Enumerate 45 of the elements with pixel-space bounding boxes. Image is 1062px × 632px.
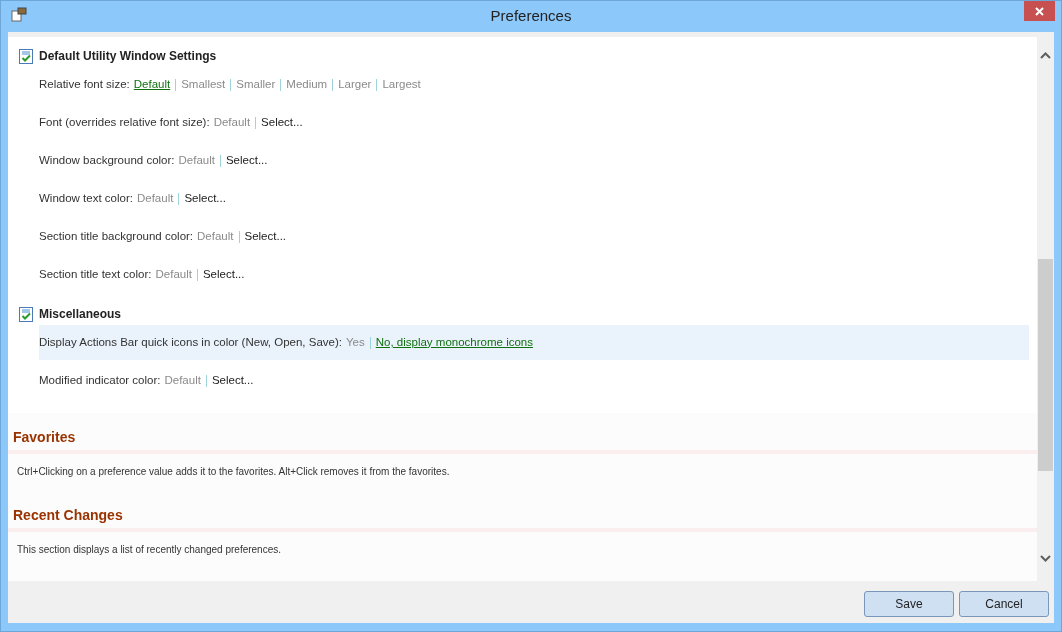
- setting-label: Section title text color:: [39, 266, 152, 282]
- checklist-icon: [19, 306, 33, 322]
- dialog-button[interactable]: Save: [864, 591, 954, 617]
- option-link[interactable]: Select...: [225, 151, 268, 170]
- scroll-up-icon[interactable]: [1040, 52, 1051, 59]
- checklist-icon: [19, 48, 33, 64]
- dialog-button[interactable]: Cancel: [959, 591, 1049, 617]
- option-link[interactable]: Default: [155, 265, 192, 284]
- panel-heading: Recent Changes: [8, 505, 1037, 532]
- setting-label: Relative font size:: [39, 76, 130, 92]
- option-link[interactable]: Medium: [286, 75, 328, 94]
- option-link[interactable]: Select...: [184, 189, 226, 208]
- setting-label: Modified indicator color:: [39, 372, 161, 388]
- option-link[interactable]: Smallest: [181, 75, 226, 94]
- option-link[interactable]: Larger: [338, 75, 372, 94]
- panel-heading: Favorites: [8, 427, 1037, 454]
- app-icon[interactable]: [11, 7, 27, 22]
- setting-label: Display Actions Bar quick icons in color (New, Open, Save):: [39, 334, 342, 350]
- section-title: Default Utility Window Settings: [39, 48, 217, 65]
- option-link[interactable]: Default: [213, 113, 251, 132]
- option-link[interactable]: Select...: [211, 371, 254, 390]
- scroll-down-icon[interactable]: [1040, 555, 1051, 562]
- option-link[interactable]: No, display monochrome icons: [375, 333, 533, 352]
- option-link[interactable]: Largest: [382, 75, 421, 94]
- option-link[interactable]: Smaller: [236, 75, 276, 94]
- option-link[interactable]: Default: [164, 371, 201, 390]
- option-link[interactable]: Default: [178, 151, 215, 170]
- option-link[interactable]: Default: [133, 75, 171, 94]
- scroll-thumb[interactable]: [1038, 259, 1053, 471]
- setting-label: Font (overrides relative font size):: [39, 114, 210, 130]
- panel-text: This section displays a list of recently changed preferences.: [16, 543, 283, 557]
- window-title: Preferences: [490, 6, 572, 27]
- close-icon: [1035, 6, 1044, 16]
- panel-text: Ctrl+Clicking on a preference value adds it to the favorites. Alt+Click removes it from the favorites.: [16, 465, 451, 479]
- setting-label: Window text color:: [39, 190, 133, 206]
- option-link[interactable]: Default: [136, 189, 174, 208]
- option-link[interactable]: Select...: [202, 265, 245, 284]
- option-link[interactable]: Select...: [244, 227, 287, 246]
- option-link[interactable]: Yes: [345, 333, 365, 352]
- option-link[interactable]: Select...: [261, 113, 303, 132]
- setting-label: Window background color:: [39, 152, 175, 168]
- section-title: Miscellaneous: [39, 306, 122, 323]
- close-button[interactable]: [1024, 1, 1055, 21]
- setting-label: Section title background color:: [39, 228, 194, 244]
- option-link[interactable]: Default: [197, 227, 234, 246]
